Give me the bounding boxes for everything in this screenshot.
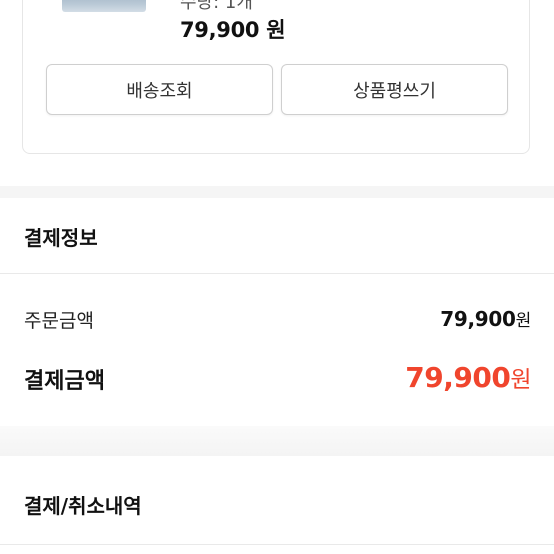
item-price-amount: 79,900 [180,18,260,42]
section-divider [0,426,554,456]
section-divider [0,186,554,198]
item-price-unit: 원 [266,18,286,42]
product-thumbnail[interactable] [62,0,146,12]
divider-line [0,544,554,545]
order-amount-value: 79,900원 [440,306,531,331]
order-detail-page: 수량: 1개 79,900 원 배송조회 상품평쓰기 결제정보 주문금액 79,… [0,0,554,554]
pay-amount-number: 79,900 [405,361,511,394]
divider-line [0,273,554,274]
order-amount-label: 주문금액 [24,310,94,332]
order-amount-number: 79,900 [440,307,516,331]
payment-cancel-history-title[interactable]: 결제/취소내역 [24,490,142,519]
write-review-button[interactable]: 상품평쓰기 [281,64,508,115]
payment-info-title: 결제정보 [24,226,98,250]
pay-amount-unit: 원 [510,367,531,393]
order-amount-unit: 원 [515,311,532,331]
pay-amount-value: 79,900원 [405,360,531,394]
pay-amount-label: 결제금액 [24,369,105,394]
quantity-text: 수량: 1개 [180,0,253,13]
delivery-tracking-button[interactable]: 배송조회 [46,64,273,115]
item-price: 79,900 원 [180,14,286,44]
